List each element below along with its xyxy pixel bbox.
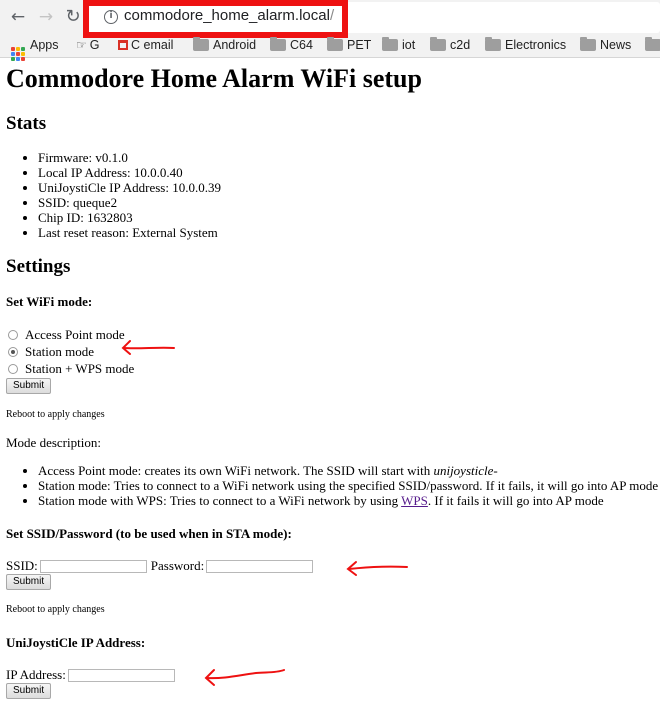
- mode-desc-text: . If it fails it will go into AP mode: [427, 493, 604, 508]
- password-label: Password:: [150, 558, 205, 573]
- url-text: commodore_home_alarm.local: [124, 7, 330, 24]
- folder-icon: [193, 37, 209, 51]
- mode-desc-station-wps: Station mode with WPS: Tries to connect …: [38, 493, 658, 508]
- url-slash: /: [329, 7, 335, 24]
- stats-heading: Stats: [6, 113, 47, 134]
- stat-firmware: Firmware: v0.1.0: [38, 150, 221, 165]
- bookmark-label: News: [600, 38, 632, 52]
- stat-ssid: SSID: queque2: [38, 195, 221, 210]
- mode-desc-text: Station mode with WPS: Tries to connect …: [38, 493, 402, 508]
- mode-description-label: Mode description:: [6, 435, 101, 450]
- forward-arrow-icon[interactable]: →: [36, 7, 56, 27]
- bookmark-label: C64: [290, 38, 313, 52]
- folder-icon: [270, 37, 286, 51]
- radio-label: Access Point mode: [25, 327, 125, 342]
- folder-icon: [327, 37, 343, 51]
- wifi-mode-reboot-note: Reboot to apply changes: [6, 409, 105, 420]
- password-input[interactable]: [206, 559, 314, 573]
- radio-button[interactable]: [8, 330, 18, 340]
- bookmark-c2d[interactable]: c2d: [430, 36, 470, 56]
- reload-icon[interactable]: ↻: [63, 7, 83, 27]
- bookmark-android[interactable]: Android: [193, 36, 256, 56]
- radio-button[interactable]: [8, 364, 18, 374]
- wps-link[interactable]: WPS: [401, 493, 428, 508]
- bookmark-label: Apps: [30, 38, 59, 52]
- bookmark-overflow[interactable]: [645, 36, 660, 56]
- ip-section-heading: UniJoystiCle IP Address:: [6, 635, 146, 650]
- annotation-arrow-icon: [346, 561, 408, 576]
- mode-desc-text: Access Point mode: creates its own WiFi …: [38, 463, 434, 478]
- annotation-arrow-icon: [204, 669, 285, 686]
- bookmark-label: C email: [131, 38, 174, 52]
- ssid-label: SSID:: [6, 558, 38, 573]
- bookmark-electronics[interactable]: Electronics: [485, 36, 566, 56]
- stat-reset-reason: Last reset reason: External System: [38, 225, 221, 240]
- hand-icon: ☞: [76, 38, 87, 52]
- ssid-reboot-note: Reboot to apply changes: [6, 604, 105, 615]
- bookmark-apps[interactable]: Apps: [11, 36, 59, 61]
- ip-submit-button[interactable]: Submit: [6, 683, 52, 699]
- wifi-mode-submit-button[interactable]: Submit: [6, 378, 52, 394]
- radio-access-point[interactable]: Access Point mode: [8, 327, 125, 343]
- bookmark-label: Electronics: [505, 38, 567, 52]
- page-title: Commodore Home Alarm WiFi setup: [6, 64, 422, 93]
- ssid-password-row: SSID: Password:: [6, 558, 317, 574]
- mode-desc-station: Station mode: Tries to connect to a WiFi…: [38, 478, 658, 493]
- info-icon[interactable]: i: [104, 10, 118, 24]
- bookmark-c64[interactable]: C64: [270, 36, 313, 56]
- ssid-prefix-emph: unijoysticle-: [433, 463, 498, 478]
- radio-label: Station mode: [25, 344, 94, 359]
- folder-icon: [382, 37, 398, 51]
- bookmark-iot[interactable]: iot: [382, 36, 415, 56]
- folder-icon: [580, 37, 596, 51]
- ssid-section-heading: Set SSID/Password (to be used when in ST…: [6, 526, 292, 541]
- wifi-mode-heading: Set WiFi mode:: [6, 294, 93, 309]
- folder-icon: [430, 37, 446, 51]
- stat-local-ip: Local IP Address: 10.0.0.40: [38, 165, 221, 180]
- radio-button-checked[interactable]: [8, 347, 18, 357]
- apps-grid-icon: [11, 47, 25, 61]
- folder-icon: [485, 37, 501, 51]
- folder-icon: [645, 37, 660, 51]
- stat-chip-id: Chip ID: 1632803: [38, 210, 221, 225]
- mode-desc-access-point: Access Point mode: creates its own WiFi …: [38, 463, 658, 478]
- bookmark-label: Android: [213, 38, 257, 52]
- back-arrow-icon[interactable]: ←: [8, 7, 28, 27]
- address-bar[interactable]: i commodore_home_alarm.local/: [83, 0, 348, 38]
- bookmark-label: PET: [347, 38, 372, 52]
- ssid-input[interactable]: [39, 559, 147, 573]
- radio-label: Station + WPS mode: [25, 361, 135, 376]
- ssid-submit-button[interactable]: Submit: [6, 574, 52, 590]
- stats-list: Firmware: v0.1.0 Local IP Address: 10.0.…: [0, 150, 221, 240]
- bookmark-c-email[interactable]: C email: [118, 36, 173, 56]
- bookmark-label: iot: [402, 38, 416, 52]
- ip-address-label: IP Address:: [6, 667, 66, 682]
- bookmark-pet[interactable]: PET: [327, 36, 371, 56]
- ip-address-input[interactable]: [67, 668, 175, 682]
- annotation-arrow-icon: [121, 340, 175, 355]
- settings-heading: Settings: [6, 256, 71, 277]
- stat-unijoysticle-ip: UniJoystiCle IP Address: 10.0.0.39: [38, 180, 221, 195]
- gmail-icon: [118, 40, 128, 50]
- bookmarks-bar: Apps ☞ G C email Android C64 PET iot c2d …: [0, 36, 660, 61]
- address-bar-url[interactable]: commodore_home_alarm.local/: [124, 7, 334, 24]
- bookmark-g[interactable]: ☞ G: [76, 36, 100, 56]
- bookmark-news[interactable]: News: [580, 36, 631, 56]
- mode-description-list: Access Point mode: creates its own WiFi …: [0, 463, 658, 508]
- ip-address-row: IP Address:: [6, 667, 179, 683]
- bookmark-label: c2d: [450, 38, 471, 52]
- radio-station[interactable]: Station mode: [8, 344, 94, 360]
- radio-station-wps[interactable]: Station + WPS mode: [8, 361, 134, 377]
- browser-toolbar: ← → ↻ i commodore_home_alarm.local/ Apps…: [0, 0, 660, 61]
- bookmark-label: G: [89, 38, 100, 52]
